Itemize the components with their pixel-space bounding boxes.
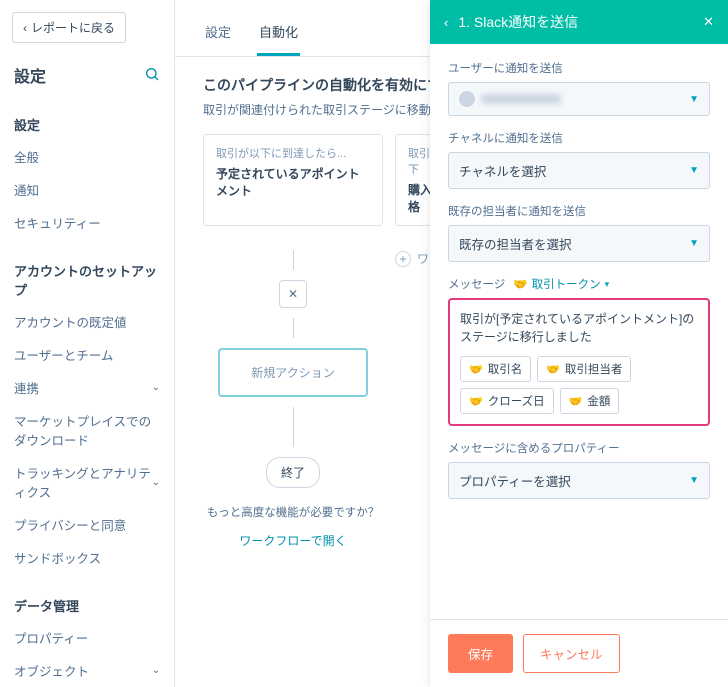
save-button[interactable]: 保存 xyxy=(448,634,513,673)
sidebar-item[interactable]: マーケットプレイスでのダウンロード xyxy=(0,404,174,456)
token-label: 取引担当者 xyxy=(565,361,623,377)
avatar xyxy=(459,91,475,107)
sidebar-item-label: アカウントの既定値 xyxy=(14,312,127,331)
advanced-question: もっと高度な機能が必要ですか？ xyxy=(207,504,380,520)
sidebar-item[interactable]: アカウントの既定値 xyxy=(0,305,174,338)
stage-reach-label: 取引が以下に到達したら... xyxy=(216,145,370,161)
owner-placeholder: 既存の担当者を選択 xyxy=(459,234,572,253)
chevron-down-icon: ▾ xyxy=(605,279,610,290)
panel-back-icon[interactable]: ‹ xyxy=(444,15,448,30)
chevron-down-icon: ⌄ xyxy=(152,477,160,488)
sidebar-item[interactable]: 連携 ⌄ xyxy=(0,371,174,404)
search-icon[interactable] xyxy=(144,66,160,85)
handshake-icon: 🤝 xyxy=(469,395,483,408)
settings-sidebar: ‹ レポートに戻る 設定 設定全般通知セキュリティーアカウントのセットアップアカ… xyxy=(0,0,175,687)
chevron-down-icon: ▼ xyxy=(689,238,699,249)
panel-title: 1. Slack通知を送信 xyxy=(458,12,578,32)
sidebar-item-label: プライバシーと同意 xyxy=(14,515,126,534)
sidebar-section-title: データ管理 xyxy=(0,588,174,621)
sidebar-item-label: セキュリティー xyxy=(14,213,101,232)
handshake-icon: 🤝 xyxy=(569,395,583,408)
sidebar-item-label: 連携 xyxy=(14,378,39,397)
sidebar-item-label: ユーザーとチーム xyxy=(14,345,113,364)
token-label: 取引名 xyxy=(488,361,523,377)
sidebar-item[interactable]: ユーザーとチーム xyxy=(0,338,174,371)
chevron-down-icon: ▼ xyxy=(689,165,699,176)
chevron-down-icon: ⌄ xyxy=(152,382,160,393)
sidebar-item-label: トラッキングとアナリティクス xyxy=(14,463,152,501)
sidebar-item[interactable]: 通知 xyxy=(0,173,174,206)
sidebar-item[interactable]: オブジェクト ⌄ xyxy=(0,654,174,687)
close-icon[interactable]: ✕ xyxy=(703,14,714,30)
chevron-down-icon: ⌄ xyxy=(152,665,160,676)
stage-card[interactable]: 取引が以下に到達したら... 予定されているアポイントメント xyxy=(203,134,383,226)
handshake-icon: 🤝 xyxy=(546,363,560,376)
sidebar-item[interactable]: サンドボックス xyxy=(0,541,174,574)
property-select[interactable]: プロパティーを選択 ▼ xyxy=(448,462,710,499)
panel-header: ‹ 1. Slack通知を送信 ✕ xyxy=(430,0,728,44)
workflow-column: ✕ 新規アクション 終了 もっと高度な機能が必要ですか？ ワークフローで開く xyxy=(203,250,383,549)
owner-notify-label: 既存の担当者に通知を送信 xyxy=(448,203,710,219)
message-token[interactable]: 🤝 金額 xyxy=(560,388,620,414)
token-label: クローズ日 xyxy=(488,393,545,409)
panel-footer: 保存 キャンセル xyxy=(430,619,728,687)
chevron-down-icon: ▼ xyxy=(689,94,699,105)
sidebar-item-label: マーケットプレイスでのダウンロード xyxy=(14,411,160,449)
sidebar-section-title: 設定 xyxy=(0,107,174,140)
channel-notify-label: チャネルに通知を送信 xyxy=(448,130,710,146)
new-action-box[interactable]: 新規アクション xyxy=(218,348,368,397)
sidebar-item-label: オブジェクト xyxy=(14,661,89,680)
user-notify-label: ユーザーに通知を送信 xyxy=(448,60,710,76)
chevron-left-icon: ‹ xyxy=(23,21,27,35)
property-placeholder: プロパティーを選択 xyxy=(459,471,571,490)
open-workflow-link[interactable]: ワークフローで開く xyxy=(239,532,346,549)
token-label: 金額 xyxy=(587,393,610,409)
stage-name: 予定されているアポイントメント xyxy=(216,165,370,199)
sidebar-item[interactable]: プライバシーと同意 xyxy=(0,508,174,541)
sidebar-section-title: アカウントのセットアップ xyxy=(0,253,174,305)
user-select[interactable]: ▼ xyxy=(448,82,710,116)
deal-token-link[interactable]: 🤝 取引トークン ▾ xyxy=(513,276,609,292)
cancel-button[interactable]: キャンセル xyxy=(523,634,620,673)
message-label: メッセージ xyxy=(448,276,505,292)
sidebar-item-label: 全般 xyxy=(14,147,39,166)
sidebar-title: 設定 xyxy=(14,63,46,87)
delete-action-button[interactable]: ✕ xyxy=(279,280,307,308)
end-node: 終了 xyxy=(266,457,320,488)
handshake-icon: 🤝 xyxy=(513,277,527,291)
chevron-down-icon: ▼ xyxy=(689,475,699,486)
plus-icon: + xyxy=(395,251,411,267)
sidebar-item[interactable]: プロパティー xyxy=(0,621,174,654)
back-to-reports-button[interactable]: ‹ レポートに戻る xyxy=(12,12,126,43)
tab[interactable]: 自動化 xyxy=(257,12,300,56)
owner-select[interactable]: 既存の担当者を選択 ▼ xyxy=(448,225,710,262)
message-token[interactable]: 🤝 クローズ日 xyxy=(460,388,554,414)
props-label: メッセージに含めるプロパティー xyxy=(448,440,710,456)
sidebar-item-label: 通知 xyxy=(14,180,39,199)
back-label: レポートに戻る xyxy=(31,19,115,36)
slack-action-panel: ‹ 1. Slack通知を送信 ✕ ユーザーに通知を送信 ▼ チャネルに通知を送… xyxy=(430,0,728,687)
handshake-icon: 🤝 xyxy=(469,363,483,376)
sidebar-item[interactable]: トラッキングとアナリティクス⌄ xyxy=(0,456,174,508)
sidebar-item[interactable]: 全般 xyxy=(0,140,174,173)
message-text: 取引が[予定されているアポイントメント]のステージに移行しました xyxy=(460,310,698,346)
message-token[interactable]: 🤝 取引担当者 xyxy=(537,356,631,382)
message-token[interactable]: 🤝 取引名 xyxy=(460,356,531,382)
sidebar-item[interactable]: セキュリティー xyxy=(0,206,174,239)
channel-select[interactable]: チャネルを選択 ▼ xyxy=(448,152,710,189)
channel-placeholder: チャネルを選択 xyxy=(459,161,546,180)
user-name-redacted xyxy=(481,94,561,104)
tab[interactable]: 設定 xyxy=(203,12,233,56)
message-editor[interactable]: 取引が[予定されているアポイントメント]のステージに移行しました 🤝 取引名 🤝 取引… xyxy=(448,298,710,426)
sidebar-item-label: サンドボックス xyxy=(14,548,101,567)
sidebar-item-label: プロパティー xyxy=(14,628,88,647)
